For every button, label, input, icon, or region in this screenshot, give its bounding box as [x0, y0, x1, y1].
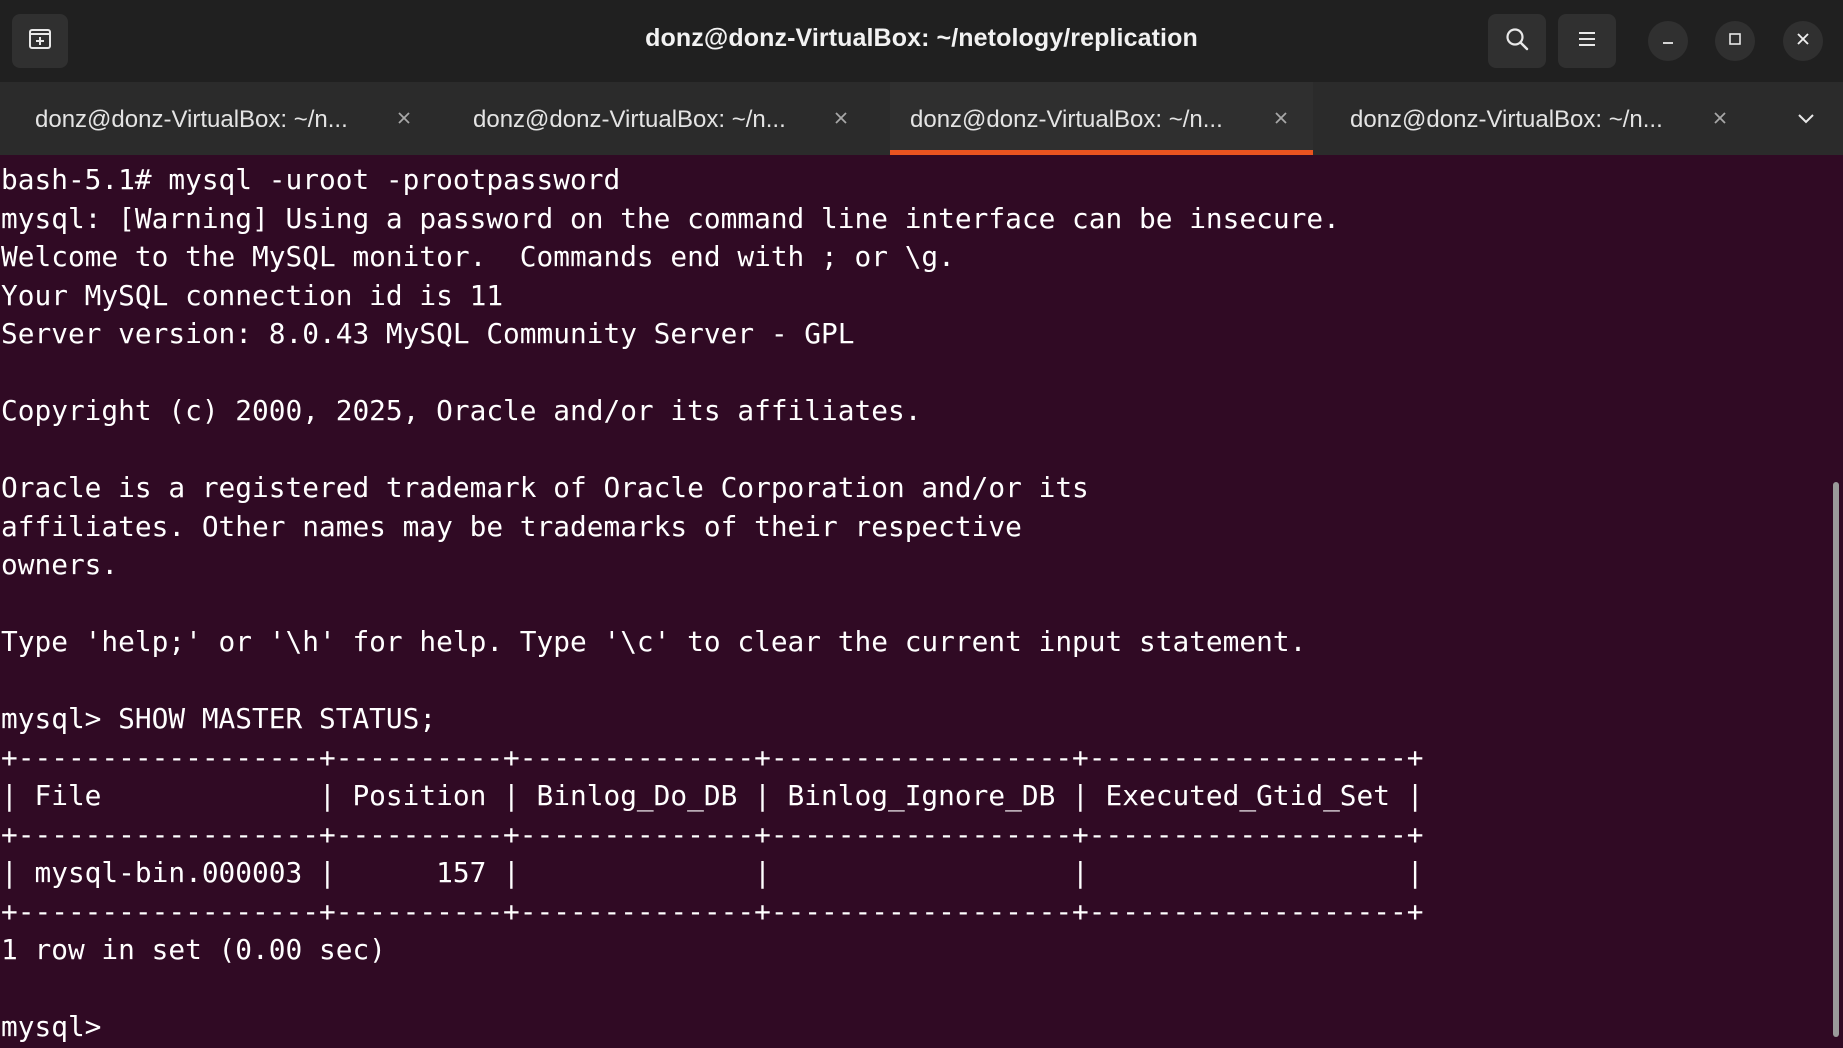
tab-label: donz@donz-VirtualBox: ~/n... — [910, 106, 1223, 133]
tab-label: donz@donz-VirtualBox: ~/n... — [1350, 106, 1663, 133]
terminal-line: | mysql-bin.000003 | 157 | | | | — [1, 856, 1424, 889]
terminal-line: Oracle is a registered trademark of Orac… — [1, 471, 1089, 504]
tab-1[interactable]: donz@donz-VirtualBox: ~/n... — [0, 82, 437, 155]
minimize-button[interactable] — [1648, 21, 1688, 61]
tab-4[interactable]: donz@donz-VirtualBox: ~/n... — [1313, 82, 1773, 155]
terminal-line: mysql> — [1, 1010, 119, 1043]
terminal-line: affiliates. Other names may be trademark… — [1, 509, 1022, 543]
terminal-output[interactable]: bash-5.1# mysql -uroot -prootpassword my… — [0, 155, 1828, 1048]
terminal-window: donz@donz-VirtualBox: ~/netology/replica… — [0, 0, 1843, 1048]
header-bar: donz@donz-VirtualBox: ~/netology/replica… — [0, 0, 1843, 82]
terminal-line: 1 row in set (0.00 sec) — [1, 933, 386, 966]
tab-close-icon[interactable] — [1270, 107, 1292, 129]
tab-3-active[interactable]: donz@donz-VirtualBox: ~/n... — [890, 82, 1313, 155]
main-menu-button[interactable] — [1558, 14, 1616, 68]
tab-close-icon[interactable] — [1709, 107, 1731, 129]
scrollbar-thumb[interactable] — [1833, 482, 1839, 1037]
terminal-line: Copyright (c) 2000, 2025, Oracle and/or … — [1, 394, 922, 427]
terminal-line: Welcome to the MySQL monitor. Commands e… — [1, 240, 955, 273]
tab-close-icon[interactable] — [393, 107, 415, 129]
terminal-line: bash-5.1# mysql -uroot -prootpassword — [1, 163, 621, 196]
terminal-text: bash-5.1# mysql -uroot -prootpassword my… — [1, 161, 1424, 1047]
terminal-line: Type 'help;' or '\h' for help. Type '\c'… — [1, 625, 1307, 658]
tab-close-icon[interactable] — [830, 107, 852, 129]
tab-bar: donz@donz-VirtualBox: ~/n... donz@donz-V… — [0, 82, 1843, 155]
tabs-overflow-button[interactable] — [1788, 106, 1824, 136]
terminal-line: | File | Position | Binlog_Do_DB | Binlo… — [1, 779, 1424, 812]
tab-2[interactable]: donz@donz-VirtualBox: ~/n... — [437, 82, 875, 155]
terminal-line: +------------------+----------+---------… — [1, 817, 1424, 851]
hamburger-menu-icon — [1575, 27, 1599, 56]
maximize-icon — [1727, 31, 1743, 52]
terminal-line: mysql> SHOW MASTER STATUS; — [1, 702, 437, 735]
search-icon — [1504, 26, 1530, 57]
search-button[interactable] — [1488, 14, 1546, 68]
terminal-line: +------------------+----------+---------… — [1, 740, 1424, 774]
maximize-button[interactable] — [1715, 21, 1755, 61]
terminal-line: Your MySQL connection id is 11 — [1, 278, 504, 312]
terminal-line: Server version: 8.0.43 MySQL Community S… — [1, 317, 855, 350]
minimize-icon — [1660, 31, 1676, 52]
tab-label: donz@donz-VirtualBox: ~/n... — [473, 106, 786, 133]
terminal-line: +------------------+----------+---------… — [1, 894, 1424, 928]
terminal-line: owners. — [1, 548, 119, 581]
scrollbar[interactable] — [1828, 155, 1843, 1048]
chevron-down-icon — [1795, 112, 1817, 131]
tab-label: donz@donz-VirtualBox: ~/n... — [35, 106, 348, 133]
close-icon — [1795, 31, 1811, 52]
close-button[interactable] — [1783, 21, 1823, 61]
terminal-line: mysql: [Warning] Using a password on the… — [1, 201, 1340, 235]
